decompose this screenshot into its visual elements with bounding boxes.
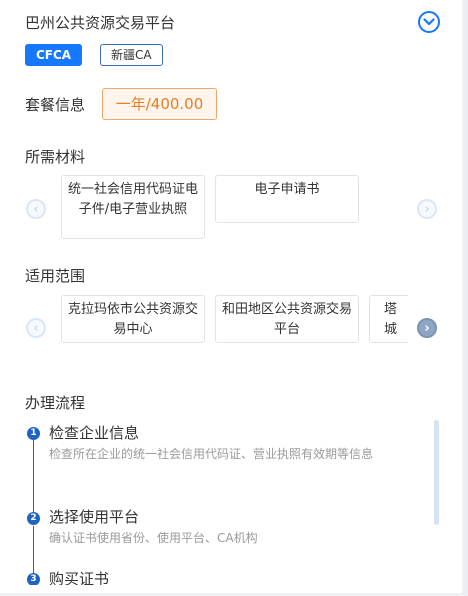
step-title: 购买证书 [49, 570, 110, 585]
step-connector [33, 439, 34, 513]
step-title: 选择使用平台 [49, 508, 140, 526]
step-number: 2 [27, 512, 40, 525]
panel-edge [462, 0, 468, 596]
material-item: 统一社会信用代码证电子件/电子营业执照 [61, 175, 205, 239]
scope-label: 适用范围 [25, 267, 86, 285]
materials-prev-button[interactable]: ‹ [26, 199, 46, 219]
ca-tag-cfca[interactable]: CFCA [25, 44, 83, 66]
step-description: 确认证书使用省份、使用平台、CA机构 [49, 531, 258, 545]
step-number: 1 [27, 427, 40, 440]
collapse-button[interactable] [418, 11, 440, 33]
package-option[interactable]: 一年/400.00 [102, 88, 217, 120]
chevron-left-icon: ‹ [33, 320, 39, 336]
platform-card: 巴州公共资源交易平台 CFCA 新疆CA 套餐信息 一年/400.00 所需材料… [0, 0, 462, 596]
scope-item: 克拉玛依市公共资源交易中心 [61, 295, 205, 343]
chevron-right-icon: › [424, 201, 430, 217]
chevron-left-icon: ‹ [33, 201, 39, 217]
chevron-down-icon [423, 18, 435, 26]
chevron-right-icon: › [424, 320, 430, 336]
process-steps: 1 检查企业信息 检查所在企业的统一社会信用代码证、营业执照有效期等信息 2 选… [0, 415, 462, 585]
scope-prev-button[interactable]: ‹ [26, 318, 46, 338]
platform-title: 巴州公共资源交易平台 [25, 14, 176, 32]
process-scrollbar[interactable] [434, 420, 439, 525]
material-item: 电子申请书 [215, 175, 359, 223]
scope-next-button[interactable]: › [417, 318, 437, 338]
package-label: 套餐信息 [25, 96, 86, 114]
step-title: 检查企业信息 [49, 424, 140, 442]
step-number: 3 [27, 573, 40, 585]
materials-label: 所需材料 [25, 148, 86, 166]
scope-item: 塔城 [369, 295, 408, 343]
step-connector [33, 526, 34, 574]
ca-tag-xinjiang[interactable]: 新疆CA [100, 44, 163, 66]
scope-item: 和田地区公共资源交易平台 [215, 295, 359, 343]
process-label: 办理流程 [25, 394, 86, 412]
materials-next-button[interactable]: › [417, 199, 437, 219]
step-description: 检查所在企业的统一社会信用代码证、营业执照有效期等信息 [49, 447, 374, 461]
